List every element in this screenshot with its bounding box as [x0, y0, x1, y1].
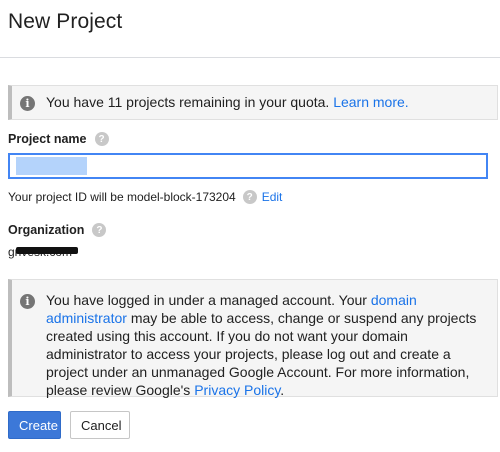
quota-notice-text: You have 11 projects remaining in your q… — [46, 94, 409, 110]
project-name-label-text: Project name — [8, 132, 87, 146]
quota-notice: i You have 11 projects remaining in your… — [8, 85, 498, 120]
project-id-line: Your project ID will be model-block-1732… — [8, 188, 500, 206]
managed-notice-text: You have logged in under a managed accou… — [46, 291, 479, 399]
project-name-input-wrap — [8, 153, 488, 179]
project-id-prefix: Your project ID will be — [8, 190, 124, 204]
redaction-mark — [16, 247, 78, 254]
quota-text: You have 11 projects remaining in your q… — [46, 94, 330, 110]
project-name-input[interactable] — [8, 153, 488, 179]
help-icon[interactable]: ? — [92, 223, 107, 237]
managed-text-3: . — [280, 382, 285, 398]
privacy-policy-link[interactable]: Privacy Policy — [194, 382, 280, 398]
info-icon: i — [20, 294, 35, 309]
new-project-dialog: New Project i You have 11 projects remai… — [0, 0, 500, 452]
create-button[interactable]: Create — [8, 411, 61, 439]
organization-value: grivesk.com — [8, 245, 88, 261]
info-icon: i — [20, 96, 35, 111]
page-title: New Project — [8, 10, 123, 33]
learn-more-link[interactable]: Learn more. — [333, 94, 408, 110]
edit-project-id-link[interactable]: Edit — [262, 190, 283, 204]
organization-label-text: Organization — [8, 223, 85, 237]
form-content: i You have 11 projects remaining in your… — [0, 85, 500, 439]
form-actions: Create Cancel — [8, 411, 500, 439]
header: New Project — [0, 0, 500, 58]
organization-label: Organization ? — [8, 221, 500, 239]
help-icon[interactable]: ? — [242, 190, 257, 204]
project-id-value: model-block-173204 — [126, 190, 236, 204]
project-name-label: Project name ? — [8, 130, 500, 148]
managed-text-1: You have logged in under a managed accou… — [46, 292, 367, 308]
help-icon[interactable]: ? — [94, 132, 109, 146]
cancel-button[interactable]: Cancel — [70, 411, 130, 439]
managed-account-notice: i You have logged in under a managed acc… — [8, 279, 498, 399]
